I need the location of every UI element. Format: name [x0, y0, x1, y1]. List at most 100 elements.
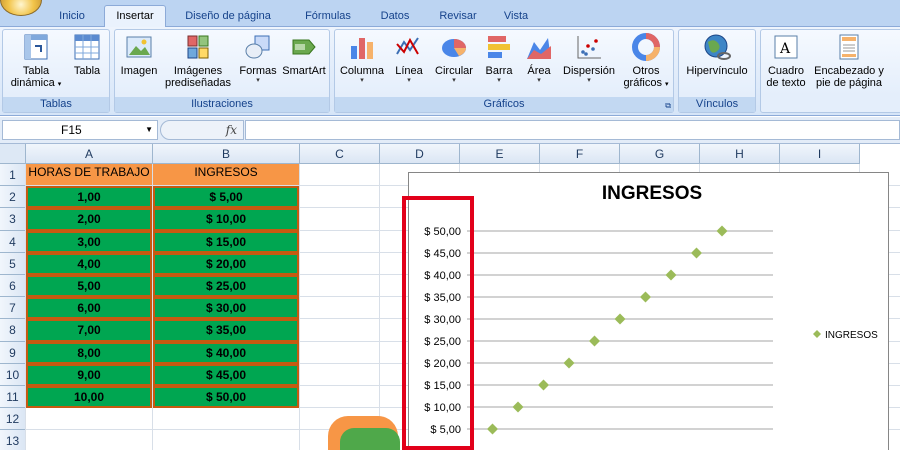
- tabla-dinamica-label-1: Tabla: [22, 65, 50, 77]
- tabla-button[interactable]: Tabla: [67, 32, 107, 77]
- columna-chart-button[interactable]: Columna ▾: [337, 32, 387, 85]
- cell-income[interactable]: $ 50,00: [153, 386, 299, 409]
- linea-label: Línea: [395, 65, 423, 77]
- cell-hours[interactable]: 2,00: [26, 208, 152, 231]
- data-point[interactable]: [665, 269, 677, 281]
- column-header-h[interactable]: H: [700, 144, 780, 164]
- linea-chart-button[interactable]: Línea ▾: [389, 32, 429, 85]
- insert-function-icon[interactable]: fx: [226, 123, 237, 137]
- barra-chart-button[interactable]: Barra ▾: [479, 32, 519, 85]
- row-header-8[interactable]: 8: [0, 319, 26, 342]
- row-header-10[interactable]: 10: [0, 363, 26, 386]
- office-button[interactable]: [0, 0, 42, 16]
- cell-b1-header[interactable]: INGRESOS: [153, 164, 299, 186]
- formula-input[interactable]: [245, 120, 900, 140]
- tab-vista[interactable]: Vista: [494, 7, 538, 27]
- select-all-corner[interactable]: [0, 144, 26, 164]
- cell-hours[interactable]: 4,00: [26, 252, 152, 275]
- tabla-dinamica-button[interactable]: Tabla dinámica ▾: [7, 32, 65, 91]
- name-box-value: F15: [61, 123, 82, 137]
- column-header-i[interactable]: I: [780, 144, 860, 164]
- name-box[interactable]: F15 ▼: [2, 120, 158, 140]
- tab-diseno-pagina[interactable]: Diseño de página: [172, 7, 284, 27]
- cell-hours[interactable]: 5,00: [26, 275, 152, 298]
- imagenes-prediseñadas-button[interactable]: Imágenes prediseñadas: [161, 32, 235, 89]
- data-point[interactable]: [538, 379, 549, 391]
- tab-datos[interactable]: Datos: [370, 7, 420, 27]
- imagen-button[interactable]: Imagen: [119, 32, 159, 77]
- cell-income[interactable]: $ 45,00: [153, 363, 299, 386]
- tab-revisar[interactable]: Revisar: [428, 7, 488, 27]
- column-chart-icon: [351, 38, 373, 59]
- row-header-12[interactable]: 12: [0, 408, 26, 431]
- row-header-9[interactable]: 9: [0, 341, 26, 364]
- column-header-g[interactable]: G: [620, 144, 700, 164]
- area-chart-button[interactable]: Área ▾: [521, 32, 557, 85]
- column-header-e[interactable]: E: [460, 144, 540, 164]
- formas-button[interactable]: Formas ▾: [237, 32, 279, 85]
- cell-income[interactable]: $ 10,00: [153, 208, 299, 231]
- tab-insertar[interactable]: Insertar: [104, 5, 166, 28]
- tab-inicio[interactable]: Inicio: [46, 7, 98, 27]
- barra-label: Barra: [485, 65, 513, 77]
- other-charts-icon: [632, 33, 660, 61]
- cell-income[interactable]: $ 20,00: [153, 252, 299, 275]
- data-point[interactable]: [589, 335, 600, 347]
- row-header-5[interactable]: 5: [0, 252, 26, 275]
- cell-income[interactable]: $ 15,00: [153, 230, 299, 253]
- row-header-6[interactable]: 6: [0, 275, 26, 298]
- circular-chart-button[interactable]: Circular ▾: [431, 32, 477, 85]
- column-header-c[interactable]: C: [300, 144, 380, 164]
- cell-income[interactable]: $ 30,00: [153, 297, 299, 320]
- scatter-chart[interactable]: INGRESOS $ 5,00 $ 10,00 $ 15,00 $ 20,00 $ 25…: [408, 172, 889, 450]
- cell-hours[interactable]: 10,00: [26, 386, 152, 409]
- cuadro-texto-button[interactable]: A Cuadro de texto: [763, 32, 809, 89]
- dialog-launcher-icon[interactable]: ⧉: [665, 101, 671, 111]
- data-point[interactable]: [640, 291, 651, 303]
- smartart-button[interactable]: SmartArt: [281, 32, 327, 77]
- green-shape: [340, 428, 400, 450]
- data-point[interactable]: [512, 401, 524, 413]
- scatter-chart-icon: [577, 36, 601, 59]
- annotation-red-box: [402, 196, 474, 450]
- cell-hours[interactable]: 6,00: [26, 297, 152, 320]
- dispersion-chart-button[interactable]: Dispersión ▾: [559, 32, 619, 85]
- encabezado-pie-button[interactable]: Encabezado y pie de página: [811, 32, 887, 89]
- data-point[interactable]: [716, 225, 728, 237]
- cell-hours[interactable]: 8,00: [26, 341, 152, 364]
- data-point[interactable]: [487, 423, 498, 435]
- group-texto: A Cuadro de texto Encabezado y pie de pá…: [760, 29, 900, 113]
- name-box-dropdown-icon[interactable]: ▼: [145, 121, 153, 139]
- column-header-b[interactable]: B: [153, 144, 300, 164]
- group-graficos: Columna ▾ Línea ▾ Circular ▾ Barra ▾ Áre…: [334, 29, 674, 113]
- row-header-7[interactable]: 7: [0, 297, 26, 320]
- cell-income[interactable]: $ 35,00: [153, 319, 299, 342]
- row-header-3[interactable]: 3: [0, 208, 26, 231]
- hyperlink-globe-icon: [704, 34, 731, 60]
- hipervinculo-button[interactable]: Hipervínculo: [681, 32, 753, 77]
- row-header-4[interactable]: 4: [0, 230, 26, 253]
- cell-hours[interactable]: 3,00: [26, 230, 152, 253]
- cell-a1-header[interactable]: HORAS DE TRABAJO: [26, 164, 152, 186]
- cell-hours[interactable]: 7,00: [26, 319, 152, 342]
- tab-formulas[interactable]: Fórmulas: [292, 7, 364, 27]
- column-header-f[interactable]: F: [540, 144, 620, 164]
- cell-income[interactable]: $ 40,00: [153, 341, 299, 364]
- data-point[interactable]: [614, 313, 626, 325]
- cell-hours[interactable]: 9,00: [26, 363, 152, 386]
- column-header-d[interactable]: D: [380, 144, 460, 164]
- row-header-1[interactable]: 1: [0, 164, 26, 187]
- column-header-a[interactable]: A: [26, 144, 153, 164]
- otros-graficos-button[interactable]: Otros gráficos ▾: [621, 32, 671, 91]
- cell-income[interactable]: $ 25,00: [153, 275, 299, 298]
- legend-marker: [813, 330, 821, 338]
- cell-hours[interactable]: 1,00: [26, 186, 152, 209]
- columna-label: Columna: [339, 65, 385, 77]
- row-header-13[interactable]: 13: [0, 430, 26, 450]
- group-tablas: Tabla dinámica ▾ Tabla Tablas: [2, 29, 110, 113]
- data-point[interactable]: [563, 357, 575, 369]
- data-point[interactable]: [691, 247, 702, 259]
- cell-income[interactable]: $ 5,00: [153, 186, 299, 209]
- row-header-11[interactable]: 11: [0, 386, 26, 409]
- row-header-2[interactable]: 2: [0, 186, 26, 209]
